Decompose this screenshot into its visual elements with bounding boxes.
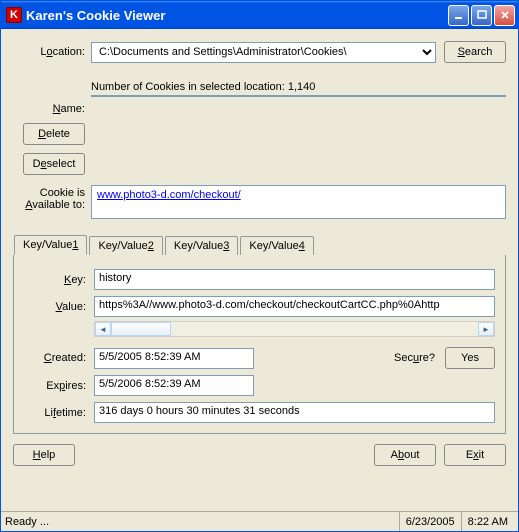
tab-keyvalue-2[interactable]: Key/Value 2: [89, 236, 162, 255]
search-button[interactable]: Search: [444, 41, 506, 63]
statusbar: Ready ... 6/23/2005 8:22 AM: [1, 511, 518, 531]
titlebar[interactable]: K Karen's Cookie Viewer: [1, 1, 518, 29]
value-field[interactable]: https%3A//www.photo3-d.com/checkout/chec…: [94, 296, 495, 317]
status-time: 8:22 AM: [461, 512, 514, 531]
expires-field[interactable]: 5/5/2006 8:52:39 AM: [94, 375, 254, 396]
close-button[interactable]: [494, 5, 515, 26]
name-label: Name:: [53, 103, 85, 115]
expires-label: Expires:: [24, 380, 94, 392]
created-label: Created:: [24, 352, 94, 364]
key-label: Key:: [24, 274, 94, 286]
created-field[interactable]: 5/5/2005 8:52:39 AM: [94, 348, 254, 369]
value-horizontal-scrollbar[interactable]: ◄ ►: [94, 321, 495, 337]
hscroll-thumb[interactable]: [111, 322, 171, 336]
content-area: Location: C:\Documents and Settings\Admi…: [1, 29, 518, 511]
lifetime-label: Lifetime:: [24, 407, 94, 419]
location-label: Location:: [13, 46, 91, 58]
tab-keyvalue-3[interactable]: Key/Value 3: [165, 236, 238, 255]
window-title: Karen's Cookie Viewer: [26, 8, 448, 23]
maximize-button[interactable]: [471, 5, 492, 26]
available-to-field[interactable]: www.photo3-d.com/checkout/: [91, 185, 506, 219]
value-label: Value:: [24, 301, 94, 313]
lifetime-field[interactable]: 316 days 0 hours 30 minutes 31 seconds: [94, 402, 495, 423]
about-button[interactable]: About: [374, 444, 436, 466]
status-ready: Ready ...: [5, 516, 49, 528]
location-combo[interactable]: C:\Documents and Settings\Administrator\…: [91, 42, 436, 63]
secure-label: Secure?: [394, 352, 435, 364]
scroll-left-button[interactable]: ◄: [95, 322, 111, 336]
scroll-right-button[interactable]: ►: [478, 322, 494, 336]
app-window: K Karen's Cookie Viewer Location: C:\Doc…: [0, 0, 519, 532]
scroll-up-button[interactable]: ▲: [490, 96, 505, 97]
scroll-down-button[interactable]: ▼: [490, 95, 505, 96]
delete-button[interactable]: Delete: [23, 123, 85, 145]
minimize-button[interactable]: [448, 5, 469, 26]
key-field[interactable]: history: [94, 269, 495, 290]
cookie-count-label: Number of Cookies in selected location: …: [91, 81, 506, 95]
keyvalue-tabset: Key/Value 1Key/Value 2Key/Value 3Key/Val…: [13, 255, 506, 434]
tab-keyvalue-1[interactable]: Key/Value 1: [14, 235, 87, 255]
deselect-button[interactable]: Deselect: [23, 153, 85, 175]
secure-button[interactable]: Yes: [445, 347, 495, 369]
status-date: 6/23/2005: [399, 512, 461, 531]
available-to-label: Cookie is Available to:: [13, 185, 91, 211]
available-to-link[interactable]: www.photo3-d.com/checkout/: [97, 189, 241, 201]
app-icon: K: [6, 7, 22, 23]
cookie-listbox[interactable]: administrator@cgi-bin[6].txtadministrato…: [91, 95, 506, 97]
tab-keyvalue-4[interactable]: Key/Value 4: [240, 236, 313, 255]
exit-button[interactable]: Exit: [444, 444, 506, 466]
help-button[interactable]: Help: [13, 444, 75, 466]
